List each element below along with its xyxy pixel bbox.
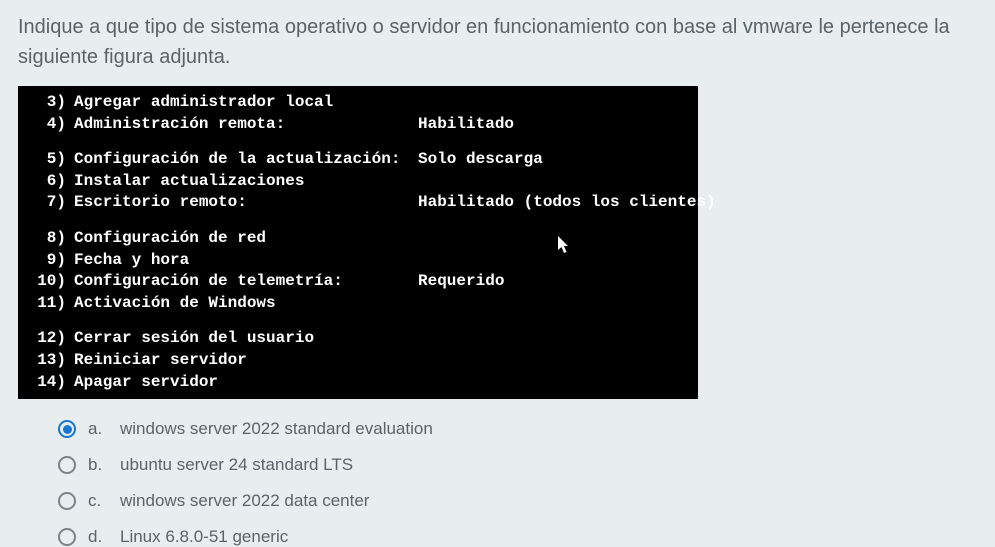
menu-label: Reiniciar servidor <box>74 350 247 372</box>
radio-selected-icon[interactable] <box>58 420 76 438</box>
option-letter: d. <box>88 527 106 547</box>
menu-num: 8) <box>32 228 74 250</box>
menu-value: Habilitado <box>418 114 514 136</box>
menu-num: 7) <box>32 192 74 214</box>
menu-label: Escritorio remoto: <box>74 192 247 214</box>
menu-value: Requerido <box>418 271 504 293</box>
menu-label: Cerrar sesión del usuario <box>74 328 314 350</box>
menu-label: Configuración de red <box>74 228 266 250</box>
option-letter: c. <box>88 491 106 511</box>
option-text: Linux 6.8.0-51 generic <box>120 527 288 547</box>
option-c[interactable]: c. windows server 2022 data center <box>58 491 977 511</box>
menu-num: 9) <box>32 250 74 272</box>
menu-value: Solo descarga <box>418 149 543 171</box>
menu-label: Instalar actualizaciones <box>74 171 304 193</box>
option-text: windows server 2022 data center <box>120 491 369 511</box>
menu-num: 11) <box>32 293 74 315</box>
question-text: Indique a que tipo de sistema operativo … <box>18 12 977 72</box>
menu-num: 4) <box>32 114 74 136</box>
menu-label: Fecha y hora <box>74 250 189 272</box>
menu-label: Apagar servidor <box>74 372 218 394</box>
option-a[interactable]: a. windows server 2022 standard evaluati… <box>58 419 977 439</box>
cursor-icon <box>558 236 572 262</box>
radio-icon[interactable] <box>58 528 76 546</box>
menu-num: 6) <box>32 171 74 193</box>
option-letter: b. <box>88 455 106 475</box>
menu-num: 10) <box>32 271 74 293</box>
menu-num: 5) <box>32 149 74 171</box>
menu-num: 14) <box>32 372 74 394</box>
radio-icon[interactable] <box>58 492 76 510</box>
menu-num: 13) <box>32 350 74 372</box>
option-d[interactable]: d. Linux 6.8.0-51 generic <box>58 527 977 547</box>
terminal-screenshot: 3)Agregar administrador local 4)Administ… <box>18 86 698 399</box>
menu-label: Configuración de telemetría: <box>74 271 343 293</box>
option-text: windows server 2022 standard evaluation <box>120 419 433 439</box>
radio-icon[interactable] <box>58 456 76 474</box>
menu-label: Activación de Windows <box>74 293 276 315</box>
answer-options: a. windows server 2022 standard evaluati… <box>18 419 977 547</box>
menu-label: Agregar administrador local <box>74 92 333 114</box>
menu-value: Habilitado (todos los clientes) <box>418 192 716 214</box>
menu-label: Administración remota: <box>74 114 285 136</box>
option-b[interactable]: b. ubuntu server 24 standard LTS <box>58 455 977 475</box>
option-text: ubuntu server 24 standard LTS <box>120 455 353 475</box>
menu-num: 3) <box>32 92 74 114</box>
menu-num: 12) <box>32 328 74 350</box>
option-letter: a. <box>88 419 106 439</box>
menu-label: Configuración de la actualización: <box>74 149 400 171</box>
